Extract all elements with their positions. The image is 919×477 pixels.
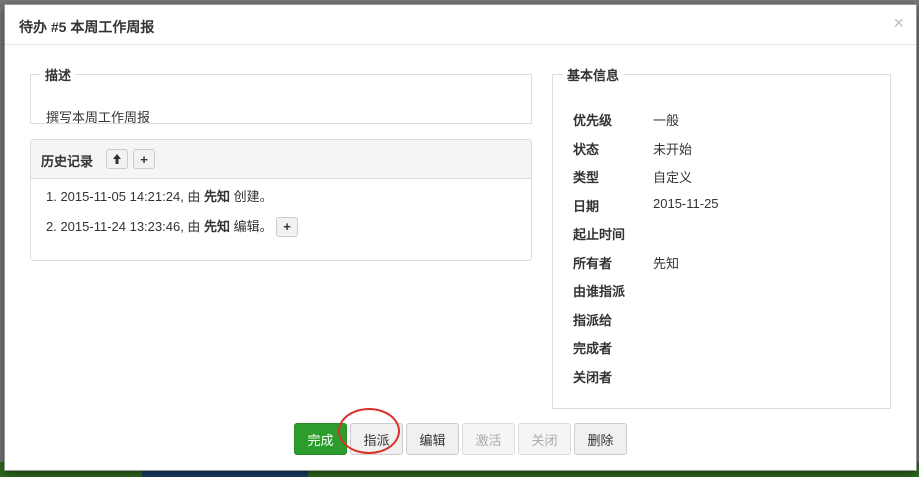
info-label: 指派给	[573, 312, 613, 328]
history-item-date: 2. 2015-11-24 13:23:46, 由	[46, 219, 205, 234]
history-panel: 历史记录 + 1. 2015-11-05 14:21:24, 由 先知 创建。 …	[30, 139, 532, 261]
assign-button[interactable]: 指派	[350, 423, 403, 455]
info-label: 完成者	[573, 341, 613, 356]
info-value: 一般	[653, 113, 680, 128]
info-label: 所有者	[573, 255, 613, 271]
delete-button[interactable]: 删除	[574, 423, 627, 455]
info-label: 关闭者	[573, 369, 613, 385]
close-icon[interactable]: ×	[893, 13, 904, 33]
basic-info-legend: 基本信息	[567, 68, 620, 83]
finish-button[interactable]: 完成	[294, 423, 347, 455]
history-item-user: 先知	[204, 219, 231, 234]
plus-icon[interactable]: +	[276, 217, 298, 237]
arrow-up-icon[interactable]	[106, 149, 128, 169]
description-text: 撰写本周工作周报	[46, 110, 151, 125]
info-value: 未开始	[653, 141, 693, 157]
description-section: 描述 撰写本周工作周报	[30, 65, 532, 125]
info-value: 先知	[653, 255, 680, 271]
info-label: 由谁指派	[573, 284, 626, 299]
basic-info-section: 基本信息 优先级 一般 状态 未开始 类型 自定义 日期 2015-11-25 起止时间…	[552, 65, 891, 409]
info-label: 日期	[573, 198, 600, 214]
history-list: 1. 2015-11-05 14:21:24, 由 先知 创建。 2. 2015…	[46, 188, 298, 248]
info-label: 类型	[573, 170, 600, 185]
info-label: 起止时间	[573, 227, 626, 242]
info-value: 自定义	[653, 170, 693, 185]
todo-modal: 待办 #5 本周工作周报 × 描述 撰写本周工作周报 历史记录 + 1. 201…	[4, 4, 917, 471]
history-item: 2. 2015-11-24 13:23:46, 由 先知 编辑。 +	[46, 217, 298, 248]
history-item-action: 编辑。	[230, 219, 273, 234]
edit-button[interactable]: 编辑	[406, 423, 459, 455]
info-label: 优先级	[573, 113, 613, 128]
history-header: 历史记录 +	[31, 140, 531, 179]
plus-icon[interactable]: +	[133, 149, 155, 169]
modal-title: 待办 #5 本周工作周报	[19, 19, 155, 35]
description-legend: 描述	[45, 68, 72, 83]
info-label: 状态	[573, 141, 600, 157]
history-item-date: 1. 2015-11-05 14:21:24, 由	[46, 189, 205, 204]
history-item-user: 先知	[204, 189, 231, 204]
modal-footer: 完成 指派 编辑 激活 关闭 删除	[5, 423, 916, 463]
activate-button[interactable]: 激活	[462, 423, 515, 455]
history-item-action: 创建。	[230, 189, 273, 204]
history-item: 1. 2015-11-05 14:21:24, 由 先知 创建。	[46, 188, 273, 218]
info-value: 2015-11-25	[653, 195, 719, 211]
close-button[interactable]: 关闭	[518, 423, 571, 455]
history-title: 历史记录	[41, 154, 94, 169]
modal-header: 待办 #5 本周工作周报 ×	[5, 5, 916, 45]
